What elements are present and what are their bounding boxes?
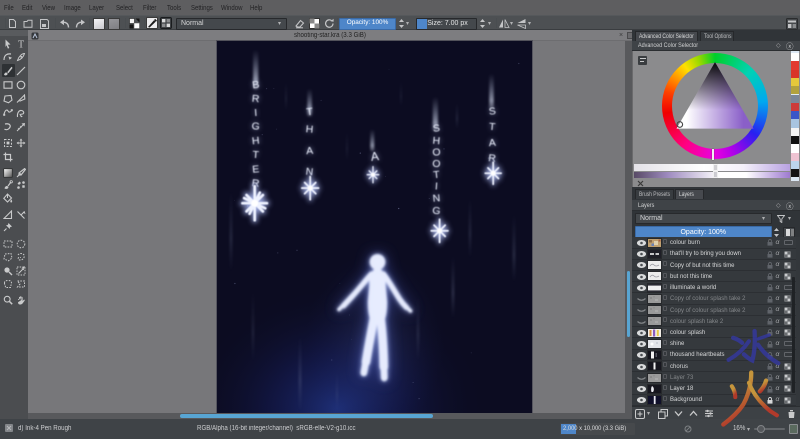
svg-text:S: S — [432, 122, 440, 135]
svg-text:N: N — [432, 192, 441, 205]
svg-text:R: R — [251, 93, 260, 106]
svg-text:T: T — [17, 40, 23, 49]
svg-text:A: A — [488, 137, 496, 149]
svg-text:A: A — [306, 145, 314, 157]
svg-text:S: S — [488, 105, 496, 118]
svg-text:H: H — [251, 135, 260, 148]
svg-text:A: A — [370, 149, 380, 164]
svg-text:E: E — [252, 163, 260, 176]
svg-text:B: B — [252, 79, 260, 92]
svg-text:G: G — [432, 204, 442, 217]
svg-text:G: G — [251, 120, 260, 133]
svg-text:H: H — [305, 123, 314, 136]
